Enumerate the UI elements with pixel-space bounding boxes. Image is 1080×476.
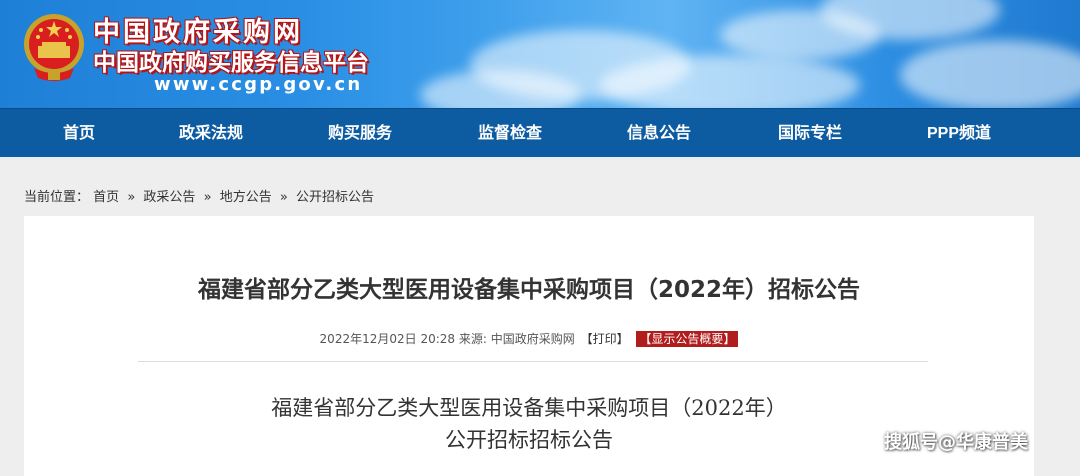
nav-item-purchase-services[interactable]: 购买服务 [328, 109, 392, 158]
site-url[interactable]: www.ccgp.gov.cn [154, 74, 362, 95]
breadcrumb-separator: » [127, 190, 136, 205]
main-nav: 首页 政采法规 购买服务 监督检查 信息公告 国际专栏 PPP频道 [0, 108, 1080, 157]
divider [138, 361, 928, 362]
article-title: 福建省部分乙类大型医用设备集中采购项目（2022年）招标公告 [197, 277, 860, 303]
nav-item-ppp[interactable]: PPP频道 [927, 109, 991, 158]
nav-item-home[interactable]: 首页 [63, 109, 95, 158]
watermark: 搜狐号@华康普美 [884, 432, 1028, 453]
nav-item-international[interactable]: 国际专栏 [778, 109, 842, 158]
nav-item-regulations[interactable]: 政采法规 [179, 109, 243, 158]
breadcrumb-prefix: 当前位置： [24, 190, 90, 205]
national-emblem-icon [24, 14, 84, 81]
breadcrumb-home[interactable]: 首页 [93, 190, 119, 205]
breadcrumb-procurement-notices[interactable]: 政采公告 [143, 190, 195, 205]
breadcrumb-local-notices[interactable]: 地方公告 [220, 190, 272, 205]
breadcrumb: 当前位置： 首页 » 政采公告 » 地方公告 » 公开招标公告 [24, 186, 374, 205]
document-title-line2: 公开招标招标公告 [445, 428, 613, 452]
breadcrumb-separator: » [203, 190, 212, 205]
nav-item-supervision[interactable]: 监督检查 [478, 109, 542, 158]
site-subtitle: 中国政府购买服务信息平台 [93, 50, 369, 76]
nav-item-announcements[interactable]: 信息公告 [627, 109, 691, 158]
document-title-line1: 福建省部分乙类大型医用设备集中采购项目（2022年） [271, 396, 787, 420]
article-date: 2022年12月02日 20:28 [319, 332, 456, 346]
article-source: 中国政府采购网 [490, 332, 575, 346]
breadcrumb-public-tender[interactable]: 公开招标公告 [296, 190, 374, 205]
article-card: 福建省部分乙类大型医用设备集中采购项目（2022年）招标公告 2022年12月0… [24, 216, 1034, 476]
site-banner: 中国政府采购网 中国政府购买服务信息平台 www.ccgp.gov.cn [0, 0, 1080, 108]
show-summary-button[interactable]: 【显示公告概要】 [636, 331, 739, 347]
breadcrumb-separator: » [279, 190, 288, 205]
article-source-label: 来源: [458, 332, 487, 346]
article-meta: 2022年12月02日 20:28 来源: 中国政府采购网 【打印】 【显示公告… [24, 330, 1034, 347]
print-button[interactable]: 【打印】 [581, 332, 629, 346]
